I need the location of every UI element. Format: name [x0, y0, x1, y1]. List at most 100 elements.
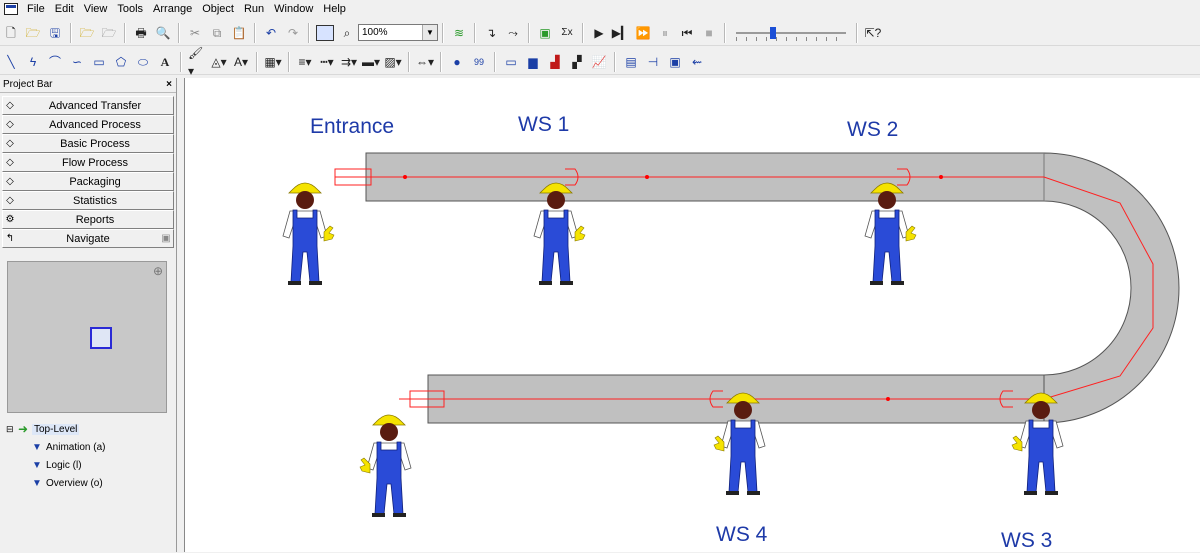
plot-icon[interactable]: 📈	[590, 53, 608, 71]
transporter-icon[interactable]: ⇜	[688, 53, 706, 71]
histogram-icon[interactable]: ▞	[568, 53, 586, 71]
menu-tools[interactable]: Tools	[112, 0, 148, 18]
chevron-down-icon[interactable]: ▼	[422, 25, 437, 40]
label-ws2: WS 2	[847, 118, 899, 141]
zoom-icon[interactable]: ⌕	[338, 24, 356, 42]
pause-icon[interactable]: ⏸	[656, 24, 674, 42]
navigate-thumbnail[interactable]: ⊕	[7, 261, 167, 413]
check-model-icon[interactable]: ▣	[536, 24, 554, 42]
text-color-icon[interactable]: A▾	[232, 53, 250, 71]
level-icon[interactable]: ▟	[546, 53, 564, 71]
view-rectangle[interactable]	[90, 327, 112, 349]
menu-arrange[interactable]: Arrange	[148, 0, 197, 18]
arrange-icon[interactable]: ⇔▾	[416, 53, 434, 71]
queue-icon[interactable]: ▤	[622, 53, 640, 71]
polygon-icon[interactable]: ⬠	[112, 53, 130, 71]
fast-forward-icon[interactable]: ⏩	[634, 24, 652, 42]
line-style-icon[interactable]: ┅▾	[318, 53, 336, 71]
global-icon[interactable]: ▣	[666, 53, 684, 71]
tree-item-top-level[interactable]: ⊟ ➜ Top-Level	[6, 420, 171, 438]
cut-icon[interactable]: ✂	[186, 24, 204, 42]
variable-icon[interactable]: 99	[470, 53, 488, 71]
zoom-in-icon[interactable]: ⊕	[153, 264, 163, 278]
close-icon[interactable]: ×	[166, 78, 176, 92]
submodel-icon[interactable]: ⤳	[504, 24, 522, 42]
conveyor-curve[interactable]	[1043, 152, 1180, 424]
zoom-combo[interactable]: 100% ▼	[358, 24, 438, 41]
view-all-icon[interactable]	[316, 24, 334, 41]
fill-pattern-icon[interactable]: ▨▾	[384, 53, 402, 71]
play-icon[interactable]: ▶	[590, 24, 608, 42]
tree-item-overview[interactable]: ▼ Overview (o)	[6, 474, 171, 492]
panel-reports[interactable]: ⚙ Reports	[2, 210, 174, 229]
new-file-icon[interactable]: 🗋	[2, 24, 20, 42]
panel-advanced-process[interactable]: ◇ Advanced Process	[2, 115, 174, 134]
panel-statistics[interactable]: ◇ Statistics	[2, 191, 174, 210]
model-canvas[interactable]: Entrance WS 1 WS 2 WS 4 WS 3	[184, 78, 1200, 552]
ellipse-icon[interactable]: ⬭	[134, 53, 152, 71]
menu-file[interactable]: File	[22, 0, 50, 18]
context-help-icon[interactable]: ⇱?	[864, 24, 882, 42]
close-template-icon[interactable]: 🗁	[100, 24, 118, 42]
bezier-icon[interactable]: ∽	[68, 53, 86, 71]
date-icon[interactable]: ▆	[524, 53, 542, 71]
navigate-tree: ⊟ ➜ Top-Level ▼ Animation (a) ▼ Logic (l…	[6, 420, 171, 492]
connect-icon[interactable]: ↴	[482, 24, 500, 42]
view-arrow-icon: ▼	[32, 441, 42, 453]
polyline-icon[interactable]: ϟ	[24, 53, 42, 71]
panel-packaging[interactable]: ◇ Packaging	[2, 172, 174, 191]
tree-label: Logic (l)	[46, 459, 82, 471]
save-icon[interactable]: 🖫	[46, 24, 64, 42]
start-over-icon[interactable]: ⏮	[678, 24, 696, 42]
box-icon[interactable]: ▭	[90, 53, 108, 71]
worker-exit[interactable]	[360, 415, 411, 517]
arrow-style-icon[interactable]: ⇉▾	[340, 53, 358, 71]
print-icon[interactable]: 🖶	[132, 24, 150, 42]
tree-label: Overview (o)	[46, 477, 103, 489]
panel-advanced-transfer[interactable]: ◇ Advanced Transfer	[2, 96, 174, 115]
slider-thumb[interactable]	[770, 26, 776, 39]
fill-color-icon[interactable]: ◬▾	[210, 53, 228, 71]
tree-item-animation[interactable]: ▼ Animation (a)	[6, 438, 171, 456]
background-color-icon[interactable]: ▦▾	[264, 53, 282, 71]
project-bar-label: Project Bar	[3, 79, 53, 90]
arc-icon[interactable]: ⌒	[46, 53, 64, 71]
menu-window[interactable]: Window	[269, 0, 318, 18]
app-icon[interactable]	[4, 3, 18, 15]
menu-edit[interactable]: Edit	[50, 0, 79, 18]
stop-icon[interactable]: ■	[700, 24, 718, 42]
open-template-icon[interactable]: 🗁	[78, 24, 96, 42]
copy-icon[interactable]: ⧉	[208, 24, 226, 42]
line-color-icon[interactable]: 🖌▾	[188, 46, 206, 78]
worker-entrance[interactable]	[282, 182, 335, 286]
thumbnail-icon[interactable]: ▣	[159, 233, 173, 244]
menu-run[interactable]: Run	[239, 0, 269, 18]
clock-icon[interactable]: ▭	[502, 53, 520, 71]
split-screen-icon[interactable]: Σx	[558, 24, 576, 42]
text-icon[interactable]: A	[156, 53, 174, 71]
print-preview-icon[interactable]: 🔍	[154, 24, 172, 42]
animation-speed-slider[interactable]	[736, 24, 846, 42]
collapse-icon[interactable]: ⊟	[6, 424, 18, 435]
line-icon[interactable]: ╲	[2, 53, 20, 71]
resource-icon[interactable]: ⊣	[644, 53, 662, 71]
panel-basic-process[interactable]: ◇ Basic Process	[2, 134, 174, 153]
line-pattern-icon[interactable]: ▬▾	[362, 53, 380, 71]
menu-object[interactable]: Object	[197, 0, 239, 18]
tree-item-logic[interactable]: ▼ Logic (l)	[6, 456, 171, 474]
paste-icon[interactable]: 📋	[230, 24, 248, 42]
redo-icon[interactable]: ↷	[284, 24, 302, 42]
panel-flow-process[interactable]: ◇ Flow Process	[2, 153, 174, 172]
panel-navigate[interactable]: ↰ Navigate ▣	[2, 229, 174, 248]
animate-connector-icon[interactable]: ●	[448, 53, 466, 71]
line-width-icon[interactable]: ≡▾	[296, 53, 314, 71]
menu-help[interactable]: Help	[318, 0, 351, 18]
open-folder-icon[interactable]: 🗁	[24, 24, 42, 42]
layers-icon[interactable]: ≋	[450, 24, 468, 42]
diamond-icon: ◇	[6, 157, 14, 168]
undo-icon[interactable]: ↶	[262, 24, 280, 42]
view-arrow-icon: ▼	[32, 477, 42, 489]
diamond-icon: ◇	[6, 138, 14, 149]
menu-view[interactable]: View	[79, 0, 113, 18]
step-icon[interactable]: ▶▎	[612, 24, 630, 42]
